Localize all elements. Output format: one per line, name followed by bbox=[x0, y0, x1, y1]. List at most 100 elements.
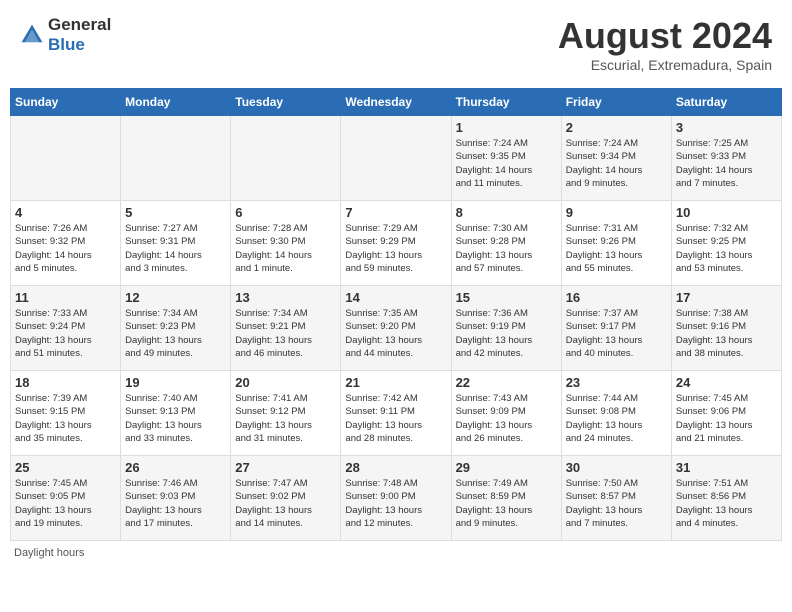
calendar-body: 1 Sunrise: 7:24 AM Sunset: 9:35 PM Daylig… bbox=[11, 116, 782, 541]
day-number: 9 bbox=[566, 205, 667, 220]
calendar-cell: 29 Sunrise: 7:49 AM Sunset: 8:59 PM Dayli… bbox=[451, 456, 561, 541]
day-info: Sunrise: 7:30 AM Sunset: 9:28 PM Dayligh… bbox=[456, 222, 557, 275]
calendar-cell bbox=[341, 116, 451, 201]
header-cell-saturday: Saturday bbox=[671, 89, 781, 116]
calendar-cell: 1 Sunrise: 7:24 AM Sunset: 9:35 PM Daylig… bbox=[451, 116, 561, 201]
day-number: 24 bbox=[676, 375, 777, 390]
day-number: 26 bbox=[125, 460, 226, 475]
calendar-cell: 19 Sunrise: 7:40 AM Sunset: 9:13 PM Dayli… bbox=[121, 371, 231, 456]
day-number: 16 bbox=[566, 290, 667, 305]
calendar-cell: 4 Sunrise: 7:26 AM Sunset: 9:32 PM Daylig… bbox=[11, 201, 121, 286]
day-info: Sunrise: 7:38 AM Sunset: 9:16 PM Dayligh… bbox=[676, 307, 777, 360]
header: General Blue August 2024 Escurial, Extre… bbox=[10, 10, 782, 78]
calendar-cell bbox=[11, 116, 121, 201]
calendar-cell: 9Sunrise: 7:31 AM Sunset: 9:26 PM Daylig… bbox=[561, 201, 671, 286]
day-number: 15 bbox=[456, 290, 557, 305]
day-number: 5 bbox=[125, 205, 226, 220]
calendar-cell: 12 Sunrise: 7:34 AM Sunset: 9:23 PM Dayli… bbox=[121, 286, 231, 371]
day-info: Sunrise: 7:47 AM Sunset: 9:02 PM Dayligh… bbox=[235, 477, 336, 530]
day-number: 8 bbox=[456, 205, 557, 220]
day-info: Sunrise: 7:42 AM Sunset: 9:11 PM Dayligh… bbox=[345, 392, 446, 445]
day-info: Sunrise: 7:45 AM Sunset: 9:06 PM Dayligh… bbox=[676, 392, 777, 445]
day-info: Sunrise: 7:46 AM Sunset: 9:03 PM Dayligh… bbox=[125, 477, 226, 530]
header-cell-tuesday: Tuesday bbox=[231, 89, 341, 116]
day-info: Sunrise: 7:34 AM Sunset: 9:23 PM Dayligh… bbox=[125, 307, 226, 360]
calendar-cell: 3 Sunrise: 7:25 AM Sunset: 9:33 PM Daylig… bbox=[671, 116, 781, 201]
calendar-cell: 20 Sunrise: 7:41 AM Sunset: 9:12 PM Dayli… bbox=[231, 371, 341, 456]
day-info: Sunrise: 7:43 AM Sunset: 9:09 PM Dayligh… bbox=[456, 392, 557, 445]
day-number: 22 bbox=[456, 375, 557, 390]
calendar-cell bbox=[231, 116, 341, 201]
day-info: Sunrise: 7:51 AM Sunset: 8:56 PM Dayligh… bbox=[676, 477, 777, 530]
week-row-3: 18Sunrise: 7:39 AM Sunset: 9:15 PM Dayli… bbox=[11, 371, 782, 456]
logo: General Blue bbox=[20, 15, 111, 55]
day-number: 18 bbox=[15, 375, 116, 390]
logo-general: General bbox=[48, 15, 111, 34]
day-number: 6 bbox=[235, 205, 336, 220]
calendar-cell: 10Sunrise: 7:32 AM Sunset: 9:25 PM Dayli… bbox=[671, 201, 781, 286]
header-cell-thursday: Thursday bbox=[451, 89, 561, 116]
day-number: 4 bbox=[15, 205, 116, 220]
calendar-cell bbox=[121, 116, 231, 201]
day-number: 21 bbox=[345, 375, 446, 390]
day-number: 25 bbox=[15, 460, 116, 475]
day-number: 29 bbox=[456, 460, 557, 475]
title-area: August 2024 Escurial, Extremadura, Spain bbox=[558, 15, 772, 73]
calendar-cell: 18Sunrise: 7:39 AM Sunset: 9:15 PM Dayli… bbox=[11, 371, 121, 456]
calendar-header: SundayMondayTuesdayWednesdayThursdayFrid… bbox=[11, 89, 782, 116]
calendar-cell: 28Sunrise: 7:48 AM Sunset: 9:00 PM Dayli… bbox=[341, 456, 451, 541]
day-number: 31 bbox=[676, 460, 777, 475]
week-row-0: 1 Sunrise: 7:24 AM Sunset: 9:35 PM Daylig… bbox=[11, 116, 782, 201]
calendar-cell: 24 Sunrise: 7:45 AM Sunset: 9:06 PM Dayli… bbox=[671, 371, 781, 456]
header-cell-wednesday: Wednesday bbox=[341, 89, 451, 116]
day-info: Sunrise: 7:24 AM Sunset: 9:35 PM Dayligh… bbox=[456, 137, 557, 190]
day-info: Sunrise: 7:45 AM Sunset: 9:05 PM Dayligh… bbox=[15, 477, 116, 530]
day-number: 3 bbox=[676, 120, 777, 135]
calendar-cell: 13Sunrise: 7:34 AM Sunset: 9:21 PM Dayli… bbox=[231, 286, 341, 371]
footer-note: Daylight hours bbox=[10, 547, 782, 559]
day-info: Sunrise: 7:37 AM Sunset: 9:17 PM Dayligh… bbox=[566, 307, 667, 360]
calendar-cell: 26 Sunrise: 7:46 AM Sunset: 9:03 PM Dayli… bbox=[121, 456, 231, 541]
day-number: 19 bbox=[125, 375, 226, 390]
week-row-2: 11Sunrise: 7:33 AM Sunset: 9:24 PM Dayli… bbox=[11, 286, 782, 371]
location: Escurial, Extremadura, Spain bbox=[558, 57, 772, 73]
calendar-cell: 30Sunrise: 7:50 AM Sunset: 8:57 PM Dayli… bbox=[561, 456, 671, 541]
calendar-cell: 8 Sunrise: 7:30 AM Sunset: 9:28 PM Daylig… bbox=[451, 201, 561, 286]
calendar-cell: 14 Sunrise: 7:35 AM Sunset: 9:20 PM Dayli… bbox=[341, 286, 451, 371]
day-number: 17 bbox=[676, 290, 777, 305]
header-row: SundayMondayTuesdayWednesdayThursdayFrid… bbox=[11, 89, 782, 116]
day-number: 20 bbox=[235, 375, 336, 390]
calendar-cell: 15Sunrise: 7:36 AM Sunset: 9:19 PM Dayli… bbox=[451, 286, 561, 371]
day-info: Sunrise: 7:41 AM Sunset: 9:12 PM Dayligh… bbox=[235, 392, 336, 445]
day-number: 14 bbox=[345, 290, 446, 305]
day-info: Sunrise: 7:49 AM Sunset: 8:59 PM Dayligh… bbox=[456, 477, 557, 530]
day-info: Sunrise: 7:26 AM Sunset: 9:32 PM Dayligh… bbox=[15, 222, 116, 275]
calendar-cell: 5 Sunrise: 7:27 AM Sunset: 9:31 PM Daylig… bbox=[121, 201, 231, 286]
day-info: Sunrise: 7:40 AM Sunset: 9:13 PM Dayligh… bbox=[125, 392, 226, 445]
calendar-table: SundayMondayTuesdayWednesdayThursdayFrid… bbox=[10, 88, 782, 541]
day-number: 10 bbox=[676, 205, 777, 220]
day-number: 2 bbox=[566, 120, 667, 135]
header-cell-friday: Friday bbox=[561, 89, 671, 116]
calendar-cell: 22 Sunrise: 7:43 AM Sunset: 9:09 PM Dayli… bbox=[451, 371, 561, 456]
header-cell-sunday: Sunday bbox=[11, 89, 121, 116]
day-number: 12 bbox=[125, 290, 226, 305]
day-info: Sunrise: 7:35 AM Sunset: 9:20 PM Dayligh… bbox=[345, 307, 446, 360]
logo-icon bbox=[20, 23, 44, 47]
day-number: 7 bbox=[345, 205, 446, 220]
calendar-cell: 23Sunrise: 7:44 AM Sunset: 9:08 PM Dayli… bbox=[561, 371, 671, 456]
day-info: Sunrise: 7:48 AM Sunset: 9:00 PM Dayligh… bbox=[345, 477, 446, 530]
day-number: 1 bbox=[456, 120, 557, 135]
header-cell-monday: Monday bbox=[121, 89, 231, 116]
calendar-cell: 21 Sunrise: 7:42 AM Sunset: 9:11 PM Dayli… bbox=[341, 371, 451, 456]
day-info: Sunrise: 7:28 AM Sunset: 9:30 PM Dayligh… bbox=[235, 222, 336, 275]
logo-blue: Blue bbox=[48, 35, 85, 54]
day-number: 27 bbox=[235, 460, 336, 475]
calendar-cell: 31 Sunrise: 7:51 AM Sunset: 8:56 PM Dayli… bbox=[671, 456, 781, 541]
day-number: 30 bbox=[566, 460, 667, 475]
day-number: 13 bbox=[235, 290, 336, 305]
day-info: Sunrise: 7:27 AM Sunset: 9:31 PM Dayligh… bbox=[125, 222, 226, 275]
calendar-cell: 16 Sunrise: 7:37 AM Sunset: 9:17 PM Dayli… bbox=[561, 286, 671, 371]
day-info: Sunrise: 7:25 AM Sunset: 9:33 PM Dayligh… bbox=[676, 137, 777, 190]
calendar-cell: 27 Sunrise: 7:47 AM Sunset: 9:02 PM Dayli… bbox=[231, 456, 341, 541]
